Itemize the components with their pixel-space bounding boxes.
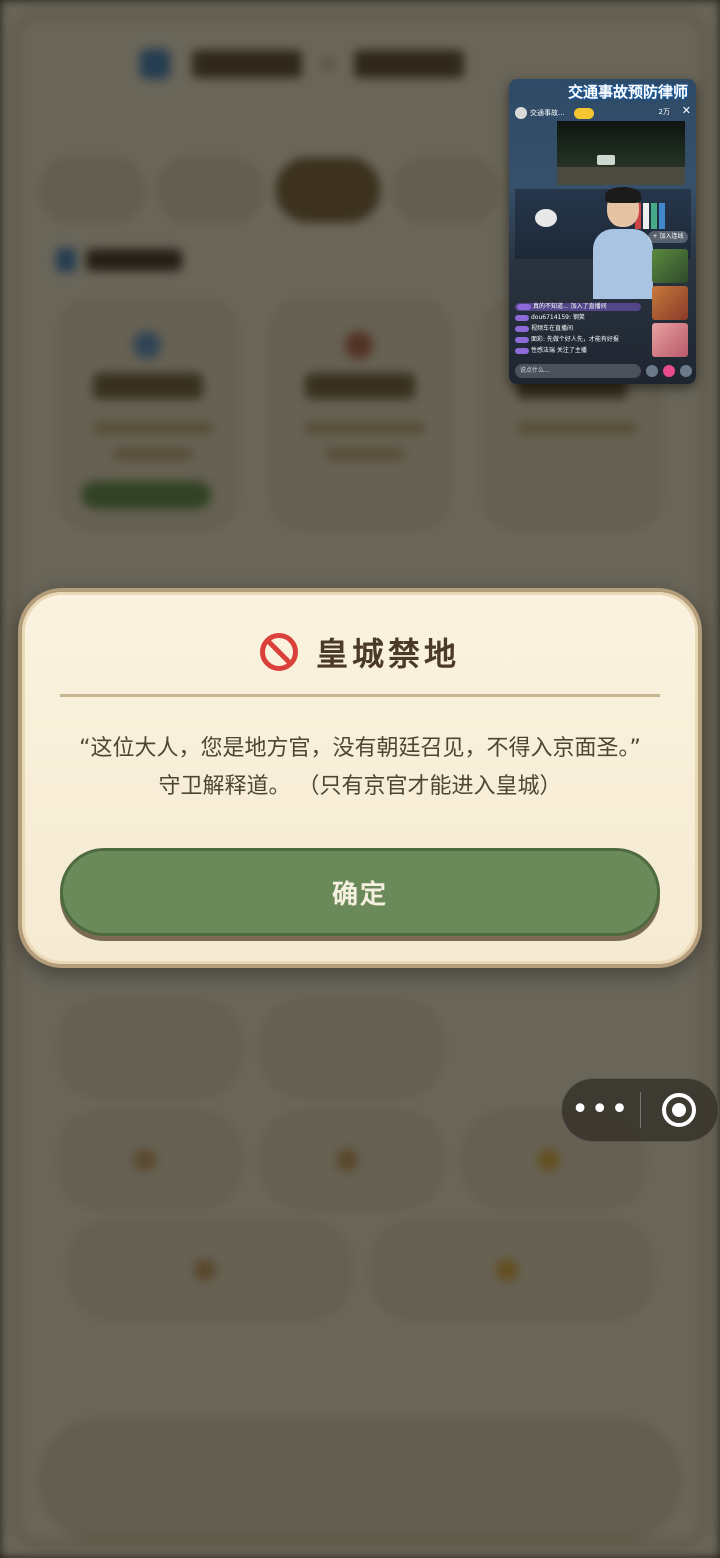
car-shape bbox=[597, 155, 615, 165]
guest-thumbnail bbox=[652, 286, 688, 320]
chat-message: 面彩: 先做个好人先，才能有好报 bbox=[515, 336, 641, 344]
host-video bbox=[593, 187, 653, 299]
live-host-info: 交通事故... bbox=[515, 105, 594, 121]
dialog-divider bbox=[60, 694, 660, 697]
host-avatar bbox=[515, 107, 527, 119]
confirm-button[interactable]: 确定 bbox=[60, 848, 660, 936]
live-stream-title: 交通事故预防律师 bbox=[567, 83, 688, 101]
guest-thumbnail bbox=[652, 323, 688, 357]
dashcam-video bbox=[557, 121, 685, 185]
join-call-button[interactable]: + 加入连线 bbox=[648, 231, 688, 243]
live-stream-window[interactable]: 交通事故预防律师 交通事故... 2万 ✕ + 加入连线 真的不知道... 加入… bbox=[509, 79, 696, 384]
viewer-count: 2万 bbox=[658, 108, 670, 116]
forbidden-icon bbox=[259, 633, 298, 671]
share-icon[interactable] bbox=[680, 365, 692, 377]
capsule-menu: ••• bbox=[561, 1078, 719, 1142]
dialog-title: 皇城禁地 bbox=[315, 635, 460, 673]
more-dots-icon[interactable]: ••• bbox=[562, 1078, 640, 1142]
follow-button[interactable] bbox=[573, 107, 594, 119]
chat-input[interactable]: 说点什么... bbox=[515, 364, 641, 378]
live-bottom-bar: 说点什么... bbox=[515, 362, 692, 380]
chat-message: 真的不知道... 加入了直播间 bbox=[515, 303, 641, 311]
chat-message: 视频车在直播间 bbox=[515, 325, 641, 333]
guest-thumbnail bbox=[652, 249, 688, 283]
chat-message: 性感法瑞 关注了主播 bbox=[515, 347, 641, 355]
dialog-header: 皇城禁地 bbox=[22, 628, 698, 676]
host-name: 交通事故... bbox=[530, 109, 565, 117]
live-chat: 真的不知道... 加入了直播间 dou6714159: 钢笑 视频车在直播间 面… bbox=[515, 303, 641, 355]
forbidden-dialog: 皇城禁地 “这位大人，您是地方官，没有朝廷召见，不得入京面圣。” 守卫解释道。 … bbox=[18, 588, 702, 968]
dialog-message: “这位大人，您是地方官，没有朝廷召见，不得入京面圣。” 守卫解释道。 （只有京官… bbox=[79, 736, 641, 799]
gift-icon[interactable] bbox=[663, 365, 675, 377]
guest-thumbnails bbox=[652, 249, 688, 360]
chat-message: dou6714159: 钢笑 bbox=[515, 314, 641, 322]
close-target-icon[interactable] bbox=[641, 1078, 719, 1142]
pip-close-icon[interactable]: ✕ bbox=[682, 104, 691, 117]
emoji-icon[interactable] bbox=[646, 365, 658, 377]
